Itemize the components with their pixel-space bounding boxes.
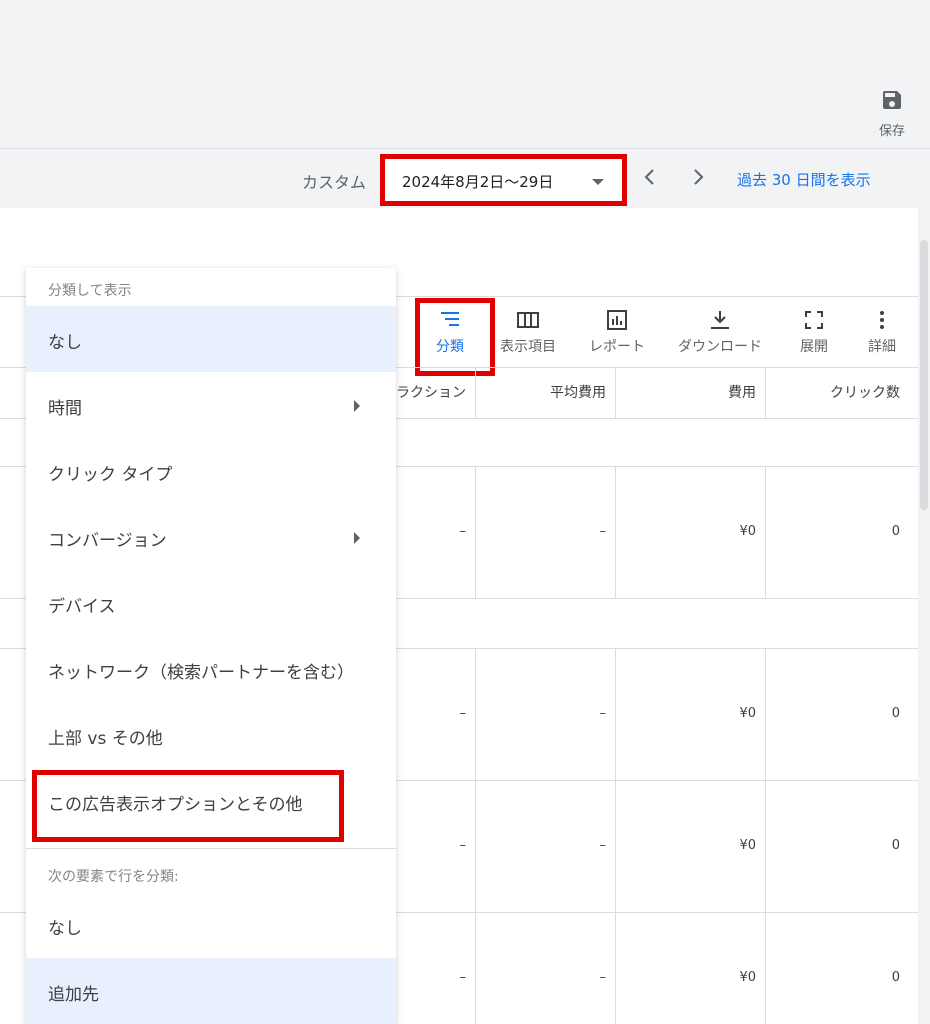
header-clicks[interactable]: クリック数 (766, 382, 900, 402)
more-label: 詳細 (868, 339, 896, 355)
download-label: ダウンロード (678, 339, 762, 355)
save-icon (880, 88, 904, 116)
cell-interactions: – (459, 970, 467, 985)
row-segment-heading: 次の要素で行を分類: (48, 869, 179, 885)
col-divider (475, 368, 476, 418)
menu-item-click-type[interactable]: クリック タイプ (26, 438, 396, 504)
date-range-selector[interactable]: 2024年8月2日〜29日 (380, 154, 627, 206)
menu-item-none[interactable]: なし (26, 306, 396, 372)
menu-divider (26, 848, 396, 849)
scrollbar[interactable] (920, 240, 928, 510)
col-divider (615, 368, 616, 418)
more-vert-icon (880, 311, 884, 329)
col-divider (475, 648, 476, 1024)
report-icon (607, 310, 627, 330)
cell-clicks: 0 (891, 970, 900, 985)
cell-clicks: 0 (891, 706, 900, 721)
menu-item-time[interactable]: 時間 (26, 372, 396, 438)
cell-clicks: 0 (891, 524, 900, 539)
save-label: 保存 (878, 124, 905, 139)
segment-menu-heading: 分類して表示 (48, 283, 132, 299)
cell-avg-cost: – (599, 838, 607, 853)
previous-period-button[interactable] (638, 165, 662, 189)
cell-cost: ¥0 (739, 970, 756, 985)
row-menu-item-none[interactable]: なし (26, 892, 396, 958)
header-cost[interactable]: 費用 (616, 382, 756, 402)
menu-item-network[interactable]: ネットワーク（検索パートナーを含む） (26, 636, 396, 702)
col-divider (765, 648, 766, 1024)
segment-menu: 分類して表示 なし 時間 クリック タイプ コンバージョン デバイス ネットワー… (26, 268, 396, 1024)
date-bar: カスタム 2024年8月2日〜29日 過去 30 日間を表示 (0, 149, 930, 207)
col-divider (615, 466, 616, 598)
col-divider (615, 648, 616, 1024)
segment-highlight-box (415, 298, 495, 376)
menu-item-conversion[interactable]: コンバージョン (26, 504, 396, 570)
reports-label: レポート (589, 339, 645, 355)
menu-item-label: 追加先 (48, 985, 99, 1005)
cell-interactions: – (459, 524, 467, 539)
menu-item-label: 上部 vs その他 (48, 729, 163, 749)
date-range-value: 2024年8月2日〜29日 (402, 173, 554, 191)
columns-icon (517, 312, 539, 328)
header-avg-cost[interactable]: 平均費用 (476, 382, 606, 402)
menu-item-label: なし (48, 919, 82, 939)
cell-cost: ¥0 (739, 706, 756, 721)
menu-item-top-vs-other[interactable]: 上部 vs その他 (26, 702, 396, 768)
menu-item-label: ネットワーク（検索パートナーを含む） (48, 663, 354, 683)
cell-cost: ¥0 (739, 524, 756, 539)
dropdown-caret-icon (592, 179, 604, 185)
menu-item-label: 時間 (48, 399, 82, 419)
submenu-arrow-icon (354, 400, 360, 412)
download-button[interactable]: ダウンロード (678, 310, 762, 356)
menu-item-label: コンバージョン (48, 531, 167, 551)
cell-avg-cost: – (599, 524, 607, 539)
menu-item-label: デバイス (48, 597, 116, 617)
cell-interactions: – (459, 706, 467, 721)
menu-item-device[interactable]: デバイス (26, 570, 396, 636)
cell-clicks: 0 (891, 838, 900, 853)
save-button[interactable]: 保存 (872, 88, 912, 139)
expand-label: 展開 (800, 339, 828, 355)
cell-cost: ¥0 (739, 838, 756, 853)
expand-button[interactable]: 展開 (800, 310, 828, 356)
columns-button[interactable]: 表示項目 (500, 310, 556, 356)
cell-avg-cost: – (599, 970, 607, 985)
col-divider (475, 466, 476, 598)
row-menu-item-added-to[interactable]: 追加先 (26, 958, 396, 1024)
chevron-left-icon (644, 169, 654, 185)
col-divider (765, 368, 766, 418)
more-button[interactable]: 詳細 (868, 310, 896, 356)
option-highlight-box (32, 770, 344, 842)
header-interactions[interactable]: ラクション (396, 382, 466, 402)
col-divider (765, 466, 766, 598)
date-mode-label: カスタム (302, 173, 367, 192)
submenu-arrow-icon (354, 532, 360, 544)
expand-icon (805, 311, 823, 329)
last-30-days-link[interactable]: 過去 30 日間を表示 (737, 169, 871, 190)
menu-item-label: クリック タイプ (48, 465, 173, 485)
cell-interactions: – (459, 838, 467, 853)
cell-avg-cost: – (599, 706, 607, 721)
menu-item-label: なし (48, 333, 82, 353)
chevron-right-icon (694, 169, 704, 185)
reports-button[interactable]: レポート (589, 310, 645, 356)
next-period-button[interactable] (686, 165, 710, 189)
columns-label: 表示項目 (500, 339, 556, 355)
top-bar: 保存 (0, 0, 930, 149)
download-icon (711, 311, 729, 329)
